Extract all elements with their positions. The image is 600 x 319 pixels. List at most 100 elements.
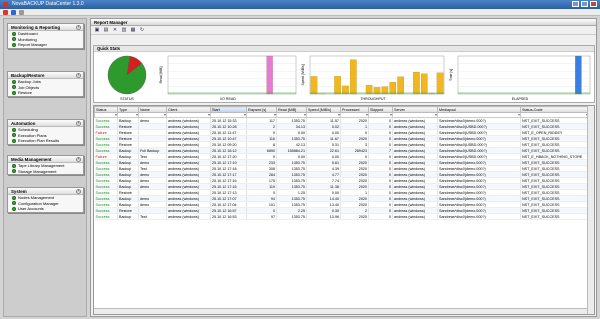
chart-bar — [421, 73, 428, 95]
collapse-icon[interactable]: ^ — [76, 25, 81, 30]
save-icon[interactable]: ▣ — [94, 27, 100, 33]
window-titlebar: NovaBACKUP DataCenter 1.3.0 — [0, 0, 600, 9]
status-dot-icon — [12, 42, 16, 47]
status-pie-chart — [107, 55, 147, 95]
open-icon[interactable]: ▤ — [103, 27, 109, 33]
panel-title: Media Management — [11, 157, 52, 162]
y-axis-label: Time [s] — [449, 69, 453, 81]
y-axis-label: Speed [MiB/s] — [301, 64, 305, 85]
status-dot-icon — [12, 169, 16, 174]
sidebar-item-storage-management[interactable]: Storage Management — [8, 169, 83, 175]
status-dot-icon — [12, 90, 16, 95]
column-filter-dropdown[interactable] — [94, 112, 118, 118]
collapse-icon[interactable]: ^ — [76, 121, 81, 126]
report-toolbar: ▣ ▤ ✕ ▥ ▦ ↻ — [91, 26, 596, 35]
status-dot-icon — [12, 133, 16, 138]
panel-title: Automation — [11, 121, 36, 126]
column-filter-dropdown[interactable] — [392, 112, 438, 118]
table-filter-row — [94, 112, 589, 118]
throughput-bar-chart: Speed [MiB/s] — [301, 55, 445, 95]
status-dot-icon — [12, 31, 16, 36]
status-dot-icon — [12, 37, 16, 42]
table-cell: 2020 — [340, 213, 369, 220]
collapse-icon[interactable]: ^ — [76, 189, 81, 194]
status-dot-icon — [12, 127, 16, 132]
io-read-chart-label: I/O READ — [220, 97, 236, 101]
chart-bar — [334, 76, 341, 95]
collapse-icon[interactable]: ^ — [76, 73, 81, 78]
export-icon[interactable]: ▦ — [130, 27, 136, 33]
status-dot-icon — [12, 195, 16, 200]
table-row[interactable]: Success Backup Test andreas (windows) 25.10.… — [94, 213, 589, 220]
help-icon[interactable] — [19, 9, 24, 15]
user-icon[interactable] — [11, 9, 16, 15]
chart-bar — [350, 59, 357, 95]
table-cell: Test — [138, 213, 167, 220]
table-cell: Success — [94, 213, 118, 220]
chart-bar — [575, 55, 582, 95]
page-title: Report Manager — [91, 19, 596, 26]
plot-area — [457, 55, 591, 95]
elapsed-chart: Time [s] ELAPSED — [448, 54, 592, 102]
status-dot-icon — [12, 163, 16, 168]
collapse-icon[interactable]: ^ — [76, 157, 81, 162]
app-menu-icon[interactable] — [3, 9, 8, 15]
panel-system: System ^ Nodes Management Configuration M… — [7, 187, 84, 213]
table-cell: 97 — [246, 213, 277, 220]
io-read-chart: Read [MiB] I/O READ — [158, 54, 298, 102]
vertical-scrollbar[interactable] — [587, 106, 594, 314]
chart-bar — [389, 82, 397, 95]
table-cell: Sandreas*disc0(demo.000?) — [437, 213, 521, 220]
column-filter-dropdown[interactable] — [520, 112, 589, 118]
column-filter-dropdown[interactable] — [138, 112, 167, 118]
chart-bar — [310, 76, 318, 95]
y-axis-label: Read [MiB] — [159, 67, 163, 84]
refresh-icon[interactable]: ↻ — [139, 27, 145, 33]
column-filter-dropdown[interactable] — [166, 112, 211, 118]
panel-monitoring-reporting: Monitoring & Reporting ^ Dashboard Monito… — [7, 23, 84, 49]
sidebar-item-report-manager[interactable]: Report Manager — [8, 42, 83, 48]
panel-automation: Automation ^ Scheduling Execution Plans E… — [7, 119, 84, 145]
column-filter-dropdown[interactable] — [306, 112, 341, 118]
column-filter-dropdown[interactable] — [117, 112, 139, 118]
menubar — [0, 9, 600, 16]
column-filter-dropdown[interactable] — [368, 112, 393, 118]
panel-title: Monitoring & Reporting — [11, 25, 61, 30]
status-dot-icon — [12, 138, 16, 143]
job-results-table: Status Type Name Client Start Elapsed [s] Read… — [94, 106, 589, 220]
horizontal-scrollbar[interactable] — [94, 308, 587, 314]
throughput-chart-label: THROUGHPUT — [360, 97, 386, 101]
table-cell: Backup — [117, 213, 139, 220]
maximize-button[interactable] — [581, 1, 588, 7]
io-read-bar-chart: Read [MiB] — [159, 55, 297, 95]
chart-bar — [436, 72, 444, 95]
column-filter-dropdown[interactable] — [276, 112, 307, 118]
panel-media-management: Media Management ^ Tape Library Managemen… — [7, 155, 84, 175]
table-cell: 0 — [368, 213, 393, 220]
table-cell: andreas (windows) — [392, 213, 438, 220]
column-filter-dropdown[interactable] — [437, 112, 521, 118]
quick-stats-panel: Quick Stats STATUS Read [MiB] I/O READ S… — [93, 45, 595, 103]
panel-backup-restore: Backup/Restore ^ Backup Jobs Job Objects … — [7, 71, 84, 97]
throughput-chart: Speed [MiB/s] THROUGHPUT — [300, 54, 446, 102]
sidebar-item-user-accounts[interactable]: User Accounts — [8, 206, 83, 212]
print-icon[interactable]: ▥ — [121, 27, 127, 33]
chart-bar — [266, 55, 273, 95]
status-chart-label: STATUS — [120, 97, 134, 101]
plot-area — [167, 55, 297, 95]
sidebar-item-execution-plan-results[interactable]: Execution Plan Results — [8, 138, 83, 144]
column-filter-dropdown[interactable] — [246, 112, 277, 118]
minimize-button[interactable] — [572, 1, 579, 7]
sidebar-item-restore[interactable]: Restore — [8, 90, 83, 96]
navigation-sidebar: Monitoring & Reporting ^ Dashboard Monito… — [3, 18, 87, 317]
table-cell: 25.10.12 16:53 — [210, 213, 247, 220]
close-window-button[interactable] — [590, 1, 597, 7]
close-icon[interactable]: ✕ — [112, 27, 118, 33]
chart-bar — [413, 72, 420, 95]
app-icon — [3, 2, 8, 7]
column-filter-dropdown[interactable] — [340, 112, 369, 118]
column-filter-dropdown[interactable] — [210, 112, 247, 118]
quick-stats-title: Quick Stats — [94, 46, 594, 52]
status-dot-icon — [12, 201, 16, 206]
table-cell: 13.96 — [306, 213, 341, 220]
